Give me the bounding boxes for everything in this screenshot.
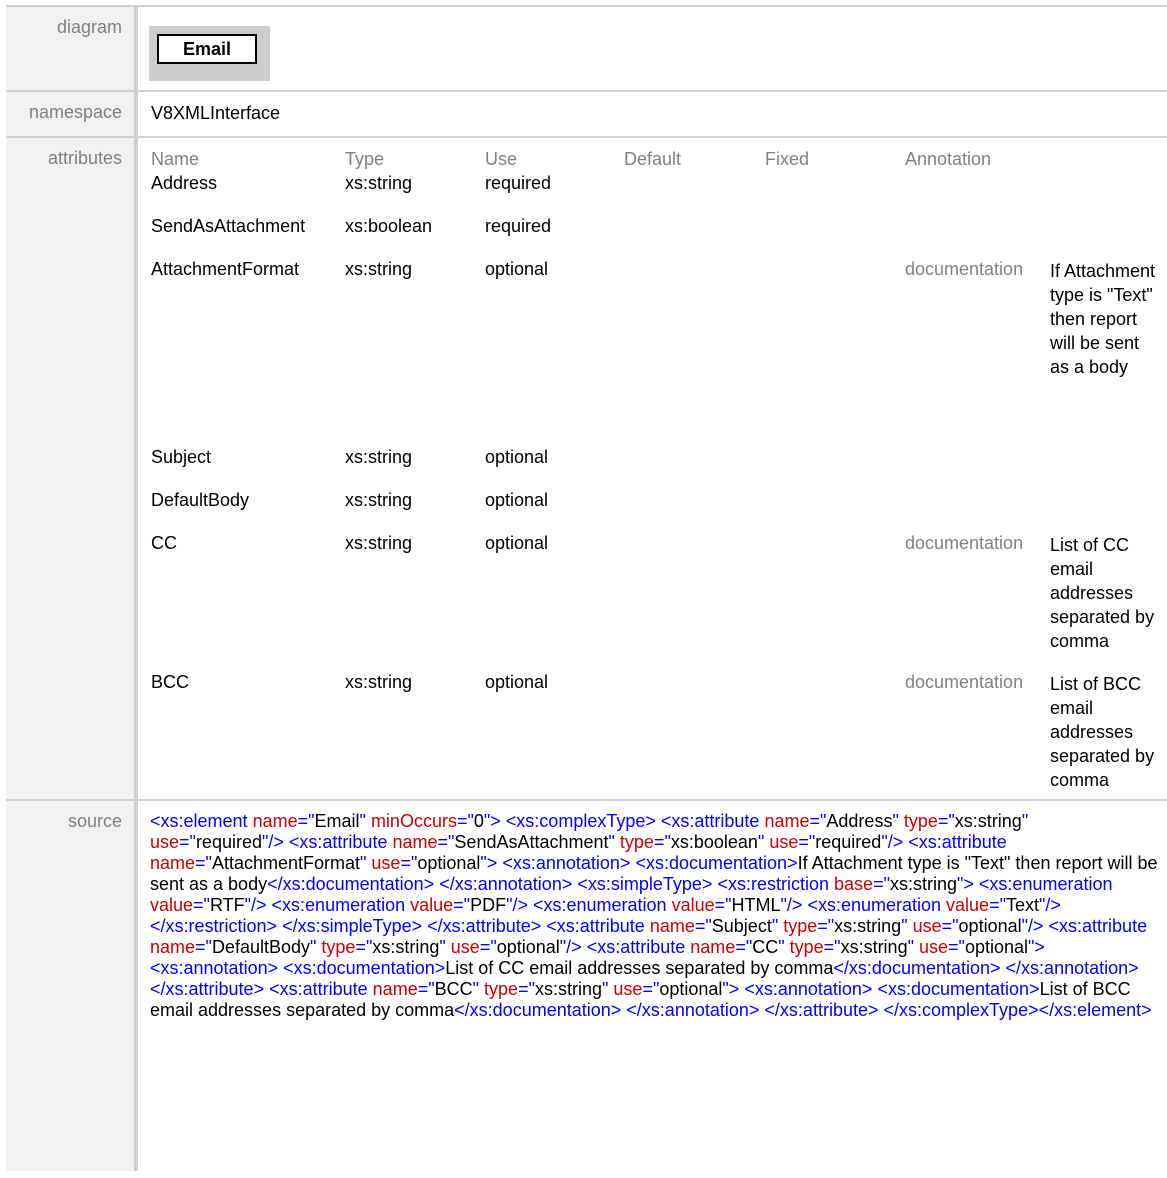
header-use: Use	[485, 149, 518, 169]
source-row: source <xs:element name="Email" minOccur…	[6, 799, 1167, 1171]
diagram-label-cell: diagram	[6, 7, 138, 90]
attr-type: xs:string	[345, 533, 413, 553]
attr-type: xs:string	[345, 672, 413, 692]
attributes-label: attributes	[47, 148, 122, 168]
source-code: <xs:element name="Email" minOccurs="0"> …	[150, 811, 1158, 1020]
attr-type: xs:string	[345, 259, 413, 279]
attr-use: required	[485, 173, 552, 193]
schema-doc-table: diagram Email namespace V8XMLInterface a…	[6, 5, 1167, 1171]
annotation-documentation: If Attachment type is "Text" then report…	[1050, 261, 1156, 377]
annotation-key: documentation	[905, 672, 1024, 692]
source-label-cell: source	[6, 801, 138, 1171]
annotation-documentation: List of BCC email addresses separated by…	[1050, 674, 1155, 790]
attr-name: SendAsAttachment	[151, 216, 306, 236]
attr-type: xs:string	[345, 447, 413, 467]
annotation-key: documentation	[905, 533, 1024, 553]
attr-name: BCC	[151, 672, 190, 692]
attr-type: xs:string	[345, 490, 413, 510]
attr-use: optional	[485, 672, 549, 692]
annotation-documentation: List of CC email addresses separated by …	[1050, 535, 1155, 651]
header-fixed: Fixed	[765, 149, 810, 169]
attributes-label-cell: attributes	[6, 138, 138, 799]
header-name: Name	[151, 149, 200, 169]
attr-name: CC	[151, 533, 177, 553]
namespace-row: namespace V8XMLInterface	[6, 90, 1167, 136]
namespace-value: V8XMLInterface	[151, 103, 281, 123]
diagram-row: diagram Email	[6, 5, 1167, 90]
attr-use: optional	[485, 447, 549, 467]
header-default: Default	[624, 149, 682, 169]
element-diagram: Email	[149, 26, 270, 81]
attr-name: AttachmentFormat	[151, 259, 300, 279]
namespace-label: namespace	[28, 102, 122, 122]
header-type: Type	[345, 149, 385, 169]
element-diagram-name: Email	[157, 34, 257, 64]
diagram-label: diagram	[56, 17, 122, 37]
annotation-key: documentation	[905, 259, 1024, 279]
attr-use: optional	[485, 259, 549, 279]
attr-use: optional	[485, 533, 549, 553]
attributes-row: attributes Name Type Use Default Fixed A…	[6, 136, 1167, 799]
source-label: source	[67, 811, 122, 831]
attr-use: optional	[485, 490, 549, 510]
attr-name: DefaultBody	[151, 490, 250, 510]
namespace-label-cell: namespace	[6, 92, 138, 136]
attr-type: xs:string	[345, 173, 413, 193]
attr-name: Subject	[151, 447, 212, 467]
attr-use: required	[485, 216, 552, 236]
header-annotation: Annotation	[905, 149, 992, 169]
attr-type: xs:boolean	[345, 216, 433, 236]
attr-name: Address	[151, 173, 218, 193]
